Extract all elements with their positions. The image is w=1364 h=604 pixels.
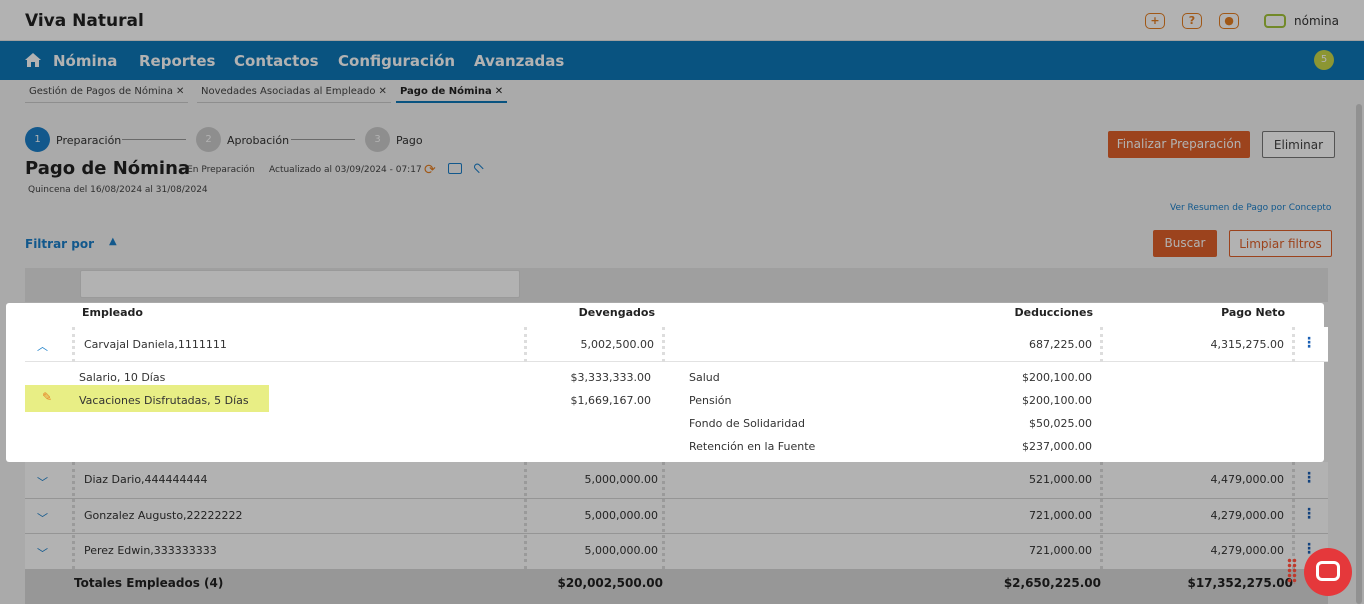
earning-item-value[interactable]: $1,669,167.00	[520, 394, 651, 407]
column-separator	[72, 327, 75, 362]
drag-handle-icon[interactable]	[1287, 558, 1297, 584]
deduction-item-label: Fondo de Solidaridad	[689, 417, 805, 430]
column-separator	[1100, 327, 1103, 362]
chevron-up-icon[interactable]: ︿	[37, 338, 48, 354]
header-earned: Devengados	[578, 306, 655, 319]
earning-item-label[interactable]: Vacaciones Disfrutadas, 5 Días	[79, 394, 249, 407]
deduction-item-label: Pensión	[689, 394, 732, 407]
earning-item-label: Salario, 10 Días	[79, 371, 166, 384]
deduction-item-value[interactable]: $200,100.00	[950, 371, 1092, 384]
deduction-item-value[interactable]: $237,000.00	[950, 440, 1092, 453]
row-menu-icon[interactable]: ⋮	[1302, 335, 1316, 351]
net-value: 4,315,275.00	[1210, 338, 1284, 351]
header-net: Pago Neto	[1221, 306, 1285, 319]
header-deductions: Deducciones	[1014, 306, 1093, 319]
column-separator	[662, 327, 665, 362]
deduction-item-label: Retención en la Fuente	[689, 440, 816, 453]
deduction-item-label: Salud	[689, 371, 720, 384]
deduction-item-value[interactable]: $50,025.00	[950, 417, 1092, 430]
chat-icon	[1316, 561, 1340, 581]
header-employee: Empleado	[82, 306, 143, 319]
earned-value: 5,002,500.00	[580, 338, 654, 351]
modal-overlay	[0, 0, 1364, 604]
deduction-item-value[interactable]: $200,100.00	[950, 394, 1092, 407]
deductions-value: 687,225.00	[1029, 338, 1092, 351]
column-separator	[1292, 327, 1295, 362]
employee-name-link[interactable]: Carvajal Daniela,1111111	[84, 338, 227, 351]
pencil-icon[interactable]: ✎	[42, 390, 52, 404]
earning-item-value: $3,333,333.00	[570, 371, 651, 384]
